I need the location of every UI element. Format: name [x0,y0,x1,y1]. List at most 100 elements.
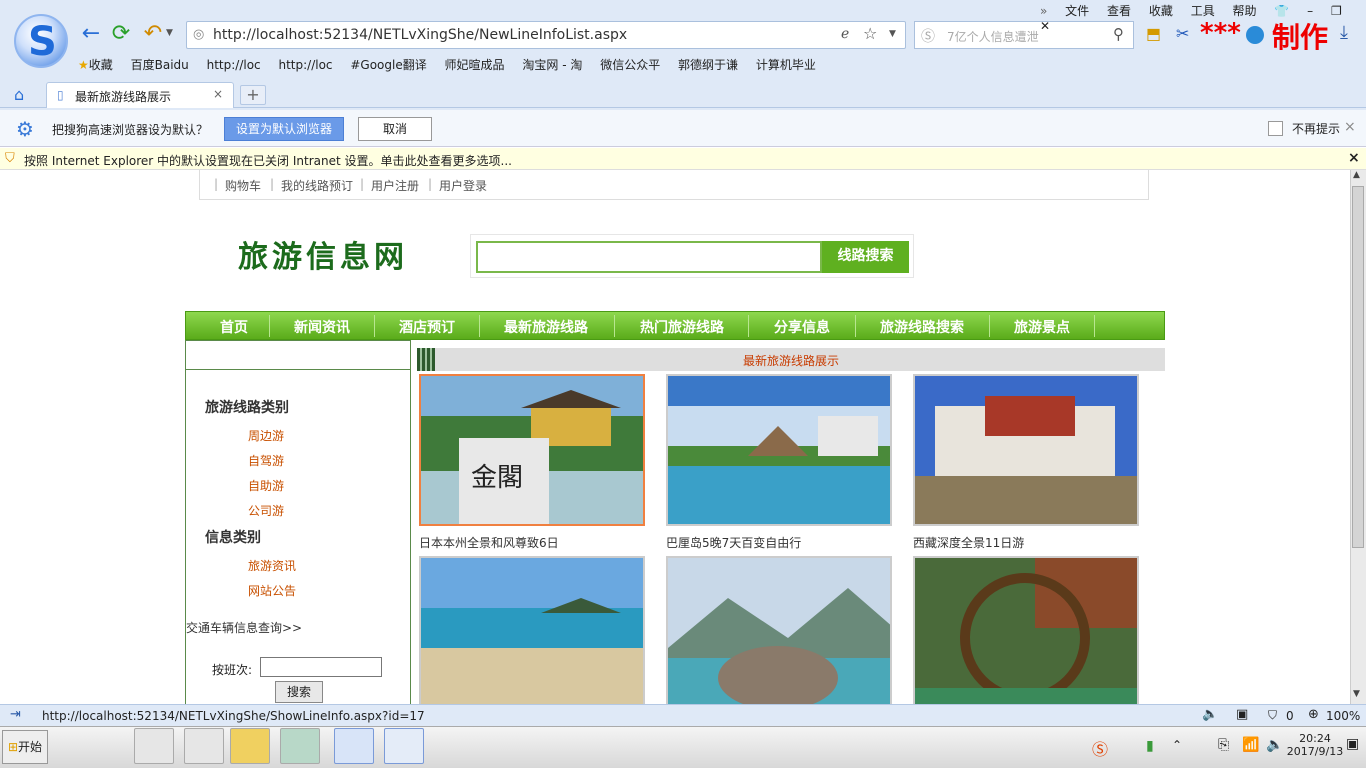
taskbar-tools-icon[interactable] [184,728,224,764]
menu-view[interactable]: 查看 [1107,4,1131,18]
start-button[interactable]: ⊞开始 [2,730,48,764]
scrollbar-thumb[interactable] [1352,186,1364,548]
menu-tools[interactable]: 工具 [1191,4,1215,18]
set-default-button[interactable]: 设置为默认浏览器 [224,117,344,141]
tab-title: 最新旅游线路展示 [75,90,172,104]
nav-news[interactable]: 新闻资讯 [294,317,350,337]
link-register[interactable]: 用户注册 [371,177,419,194]
close-window-icon[interactable]: ✕ [1040,19,1050,33]
toolbox-icon[interactable]: ▣ [1236,707,1248,722]
nav-line-search[interactable]: 旅游线路搜索 [880,317,964,337]
sidebar-expand-icon[interactable]: ⇥ [10,707,21,722]
favorites-item-guodegang[interactable]: 郭德纲于谦 [678,58,738,72]
zoom-level[interactable]: 100% [1326,709,1360,723]
line-search-input[interactable] [476,241,822,273]
favorites-item-localhost-1[interactable]: http://loc [207,58,261,72]
scroll-down-icon[interactable]: ▼ [1353,689,1360,699]
favorites-item-wechat[interactable]: 微信公众平 [600,58,660,72]
network-icon[interactable]: 📶 [1242,737,1259,753]
scissors-icon[interactable]: ✂ [1176,24,1189,43]
favorites-item-baidu[interactable]: 百度Baidu [131,58,189,72]
ie-info-bar[interactable]: ⛉ 按照 Internet Explorer 中的默认设置现在已关闭 Intra… [0,148,1366,170]
sidebar-item-company[interactable]: 公司游 [248,502,284,519]
back-icon[interactable]: ← [78,22,104,48]
line-search-button[interactable]: 线路搜索 [822,241,909,273]
search-icon[interactable]: ⚲ [1113,25,1124,43]
scroll-up-icon[interactable]: ▲ [1353,170,1360,180]
info-close-icon[interactable]: × [1348,150,1360,166]
menu-file[interactable]: 文件 [1065,4,1089,18]
menu-more-icon[interactable]: » [1040,4,1047,18]
tab-current[interactable]: ▯ 最新旅游线路展示 × [46,82,234,108]
line-card-beach[interactable] [419,556,645,704]
favorites-item-taobao[interactable]: 淘宝网 - 淘 [522,58,582,72]
shield-icon[interactable]: ⛉ [1268,708,1277,723]
sogou-logo[interactable]: S [14,14,68,68]
undo-icon[interactable]: ↶ [140,22,166,48]
menu-help[interactable]: 帮助 [1233,4,1257,18]
tray-clock[interactable]: 20:24 2017/9/13 [1284,732,1346,758]
nav-attractions[interactable]: 旅游景点 [1014,317,1070,337]
browser-search-box[interactable]: Ⓢ 7亿个人信息遭泄 ⚲ [914,21,1134,49]
taskbar-sogou-icon[interactable] [334,728,374,764]
menu-favorites[interactable]: 收藏 [1149,4,1173,18]
line-name[interactable]: 巴厘岛5晚7天百变自由行 [666,534,801,551]
notification-icon[interactable]: ▣ [1346,736,1359,752]
zoom-icon[interactable]: ⊕ [1308,707,1319,722]
favorites-item-google-translate[interactable]: #Google翻译 [350,58,426,72]
link-my-bookings[interactable]: 我的线路预订 [281,177,353,194]
traffic-query-link[interactable]: 交通车辆信息查询>> [186,619,302,636]
link-cart[interactable]: 购物车 [225,177,261,194]
clipboard-icon[interactable]: ⎘ [1218,737,1229,753]
favorites-item-shifeixuan[interactable]: 师妃暄成品 [445,58,505,72]
nav-hot-lines[interactable]: 热门旅游线路 [640,317,724,337]
new-tab-button[interactable]: + [240,85,266,105]
address-dropdown-icon[interactable]: ▼ [889,29,896,39]
taskbar-folder-icon[interactable] [230,728,270,764]
sidebar-item-self-drive[interactable]: 自驾游 [248,452,284,469]
favorites-item-localhost-2[interactable]: http://loc [278,58,332,72]
globe-icon[interactable] [1246,26,1264,44]
sidebar-item-nearby[interactable]: 周边游 [248,427,284,444]
line-name[interactable]: 日本本州全景和风尊致6日 [419,534,559,551]
taskbar-word-icon[interactable] [384,728,424,764]
undo-dropdown-icon[interactable]: ▼ [166,28,173,38]
star-icon[interactable]: ☆ [863,24,877,43]
refresh-icon[interactable]: ⟳ [108,22,134,48]
sidebar-item-travel-news[interactable]: 旅游资讯 [248,557,296,574]
taskbar-media-icon[interactable] [134,728,174,764]
tray-expand-icon[interactable]: ⌃ [1172,738,1182,752]
home-icon[interactable]: ⌂ [14,85,24,104]
restore-icon[interactable]: ❐ [1331,4,1342,18]
volume-icon[interactable]: 🔈 [1202,707,1218,722]
tab-close-icon[interactable]: × [213,87,223,101]
line-card-lijiang[interactable] [913,556,1139,704]
ie-mode-icon[interactable]: ℯ [841,26,849,42]
favorites-item[interactable]: ★收藏 [78,58,113,72]
download-icon[interactable]: ⤓ [1340,22,1348,43]
dont-show-checkbox[interactable] [1268,121,1283,136]
nav-latest-lines[interactable]: 最新旅游线路 [504,317,588,337]
address-bar[interactable]: ◎ http://localhost:52134/NETLvXingShe/Ne… [186,21,906,49]
battery-icon[interactable]: ▮ [1146,738,1154,754]
line-card-bali[interactable] [666,374,892,526]
sidebar-item-self-guided[interactable]: 自助游 [248,477,284,494]
line-card-japan[interactable]: 金閣 [419,374,645,526]
ban-input[interactable] [260,657,382,677]
link-login[interactable]: 用户登录 [439,177,487,194]
sidebar-item-announcements[interactable]: 网站公告 [248,582,296,599]
nav-home[interactable]: 首页 [220,317,248,337]
ban-search-button[interactable]: 搜索 [275,681,323,703]
nav-share[interactable]: 分享信息 [774,317,830,337]
sidebar-toggle-icon[interactable]: ⬒ [1146,24,1161,43]
prompt-close-icon[interactable]: × [1344,119,1356,135]
cancel-button[interactable]: 取消 [358,117,432,141]
line-card-tibet[interactable] [913,374,1139,526]
nav-hotel[interactable]: 酒店预订 [399,317,455,337]
line-name[interactable]: 西藏深度全景11日游 [913,534,1024,551]
sogou-input-icon[interactable]: Ⓢ [1092,736,1108,760]
line-card-tianchi[interactable] [666,556,892,704]
favorites-item-graduation[interactable]: 计算机毕业 [756,58,816,72]
speaker-icon[interactable]: 🔈 [1266,737,1283,753]
taskbar-notebook-icon[interactable] [280,728,320,764]
